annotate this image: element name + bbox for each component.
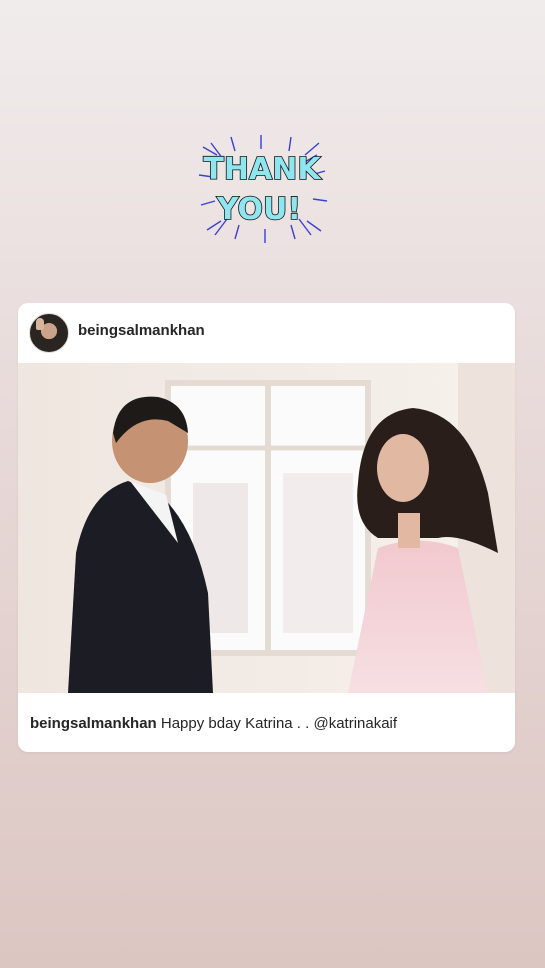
sticker-line-1: THANK [203,152,322,187]
post-username[interactable]: beingsalmankhan [78,322,205,339]
photo-illustration [18,363,515,693]
sticker-line-2: YOU! [216,192,301,227]
avatar-hand-icon [36,318,44,330]
post-header: beingsalmankhan [18,303,515,363]
shared-post-card[interactable]: beingsalmankhan beingsalmankhan Happy bd… [18,303,515,752]
profile-avatar[interactable] [29,313,69,353]
caption-username[interactable]: beingsalmankhan [30,715,157,732]
thank-you-sticker[interactable]: THANK YOU! [195,135,330,245]
caption-text: Happy bday Katrina . . @katrinakaif [160,715,398,732]
sticker-graphic: THANK YOU! [198,135,328,243]
post-caption: beingsalmankhan Happy bday Katrina . . @… [30,715,397,732]
post-photo[interactable] [18,363,515,693]
